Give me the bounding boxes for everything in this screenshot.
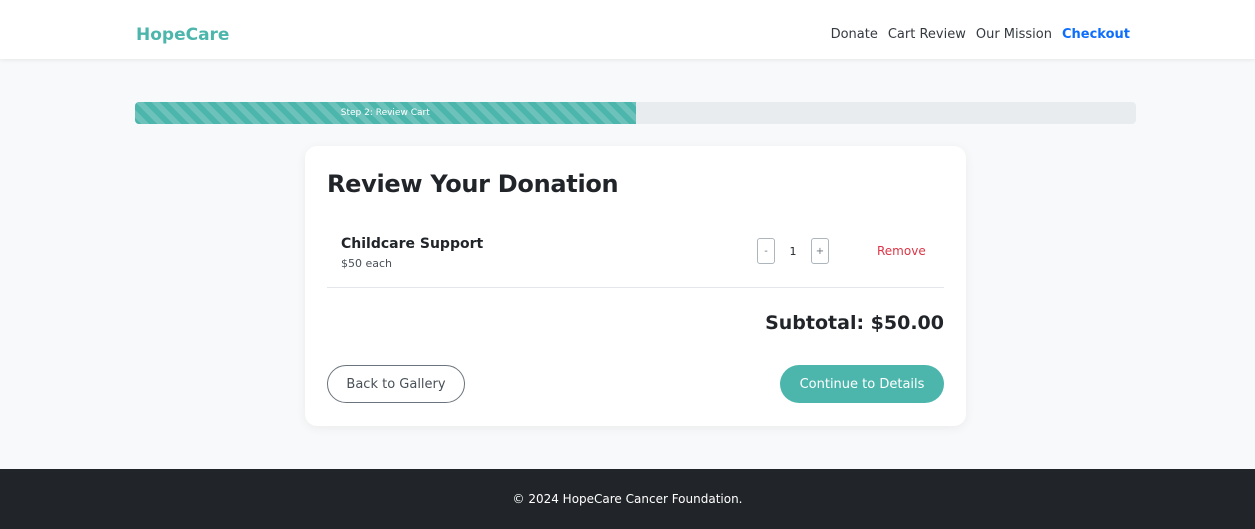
decrement-button[interactable]: - [757,238,775,264]
progress-label: Step 2: Review Cart [340,108,430,118]
remove-item-link[interactable]: Remove [877,242,926,260]
quantity-stepper: - + [757,238,829,264]
cart-card: Review Your Donation Childcare Support $… [305,146,966,426]
page-title: Review Your Donation [327,170,619,198]
quantity-input[interactable] [775,238,811,264]
continue-to-details-button[interactable]: Continue to Details [780,365,944,403]
brand-logo[interactable]: HopeCare [136,24,229,46]
nav-links: Donate Cart Review Our Mission Checkout [831,26,1130,44]
nav-link-cart-review[interactable]: Cart Review [888,26,966,44]
footer-copyright: © 2024 HopeCare Cancer Foundation. [512,492,743,506]
navbar: HopeCare Donate Cart Review Our Mission … [0,0,1255,59]
footer: © 2024 HopeCare Cancer Foundation. [0,469,1255,529]
subtotal: Subtotal: $50.00 [765,312,944,334]
increment-button[interactable]: + [811,238,829,264]
nav-link-our-mission[interactable]: Our Mission [976,26,1052,44]
cart-item: Childcare Support $50 each - + Remove [327,228,944,288]
item-price: $50 each [341,257,393,270]
back-to-gallery-button[interactable]: Back to Gallery [327,365,465,403]
progress-bar-fill: Step 2: Review Cart [135,102,636,124]
nav-link-checkout[interactable]: Checkout [1062,26,1130,44]
item-name: Childcare Support [341,236,484,252]
nav-link-donate[interactable]: Donate [831,26,878,44]
checkout-progress: Step 2: Review Cart [135,102,1136,124]
